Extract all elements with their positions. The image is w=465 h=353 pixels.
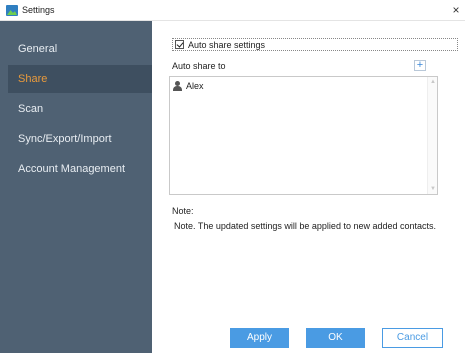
apply-button[interactable]: Apply [230,328,289,348]
list-item[interactable]: Alex [173,81,204,91]
sidebar-item-sync-export-import[interactable]: Sync/Export/Import [8,125,152,153]
scroll-up-icon[interactable]: ▲ [430,79,436,85]
app-icon [6,5,18,16]
user-icon [173,81,182,91]
auto-share-to-label: Auto share to [172,61,226,71]
scroll-down-icon[interactable]: ▼ [430,186,436,192]
sidebar-item-account-management[interactable]: Account Management [8,155,152,183]
contact-name: Alex [186,81,204,91]
title-bar: Settings × [0,0,465,21]
note-text: Note. The updated settings will be appli… [174,221,437,231]
ok-button[interactable]: OK [306,328,365,348]
add-contact-button[interactable]: + [414,60,426,71]
auto-share-checkbox[interactable] [175,40,184,49]
sidebar-item-general[interactable]: General [8,35,152,63]
auto-share-checkbox-row[interactable]: Auto share settings [172,38,458,51]
auto-share-label: Auto share settings [188,39,266,50]
scrollbar[interactable]: ▲ ▼ [427,77,437,194]
sidebar-item-share[interactable]: Share [8,65,152,93]
sidebar-item-scan[interactable]: Scan [8,95,152,123]
close-icon[interactable]: × [449,2,463,18]
cancel-button[interactable]: Cancel [382,328,443,348]
sidebar: General Share Scan Sync/Export/Import Ac… [0,21,152,353]
contacts-list[interactable]: Alex ▲ ▼ [169,76,438,195]
window-title: Settings [22,5,55,15]
share-settings-panel: Auto share settings Auto share to + Alex… [152,21,465,353]
note-title: Note: [172,206,194,216]
